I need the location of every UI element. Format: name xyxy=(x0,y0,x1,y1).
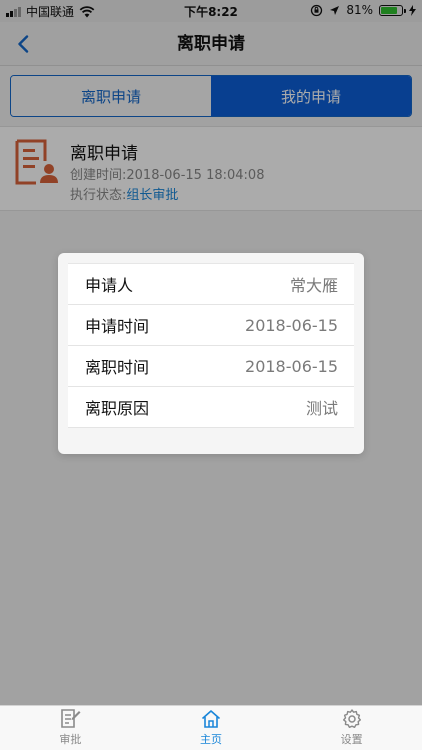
tab-approve-label: 审批 xyxy=(59,733,82,746)
detail-value: 测试 xyxy=(305,399,338,418)
home-icon xyxy=(201,710,221,728)
tab-home-label: 主页 xyxy=(200,733,222,746)
detail-value: 常大雁 xyxy=(289,276,338,295)
detail-key: 离职时间 xyxy=(85,358,150,377)
tab-settings[interactable]: 设置 xyxy=(281,706,422,750)
detail-modal: 申请人 常大雁 申请时间 2018-06-15 离职时间 2018-06-15 … xyxy=(58,253,364,454)
tab-settings-label: 设置 xyxy=(340,733,363,746)
tab-approve[interactable]: 审批 xyxy=(0,706,141,750)
detail-row-apply-time: 申请时间 2018-06-15 xyxy=(68,305,354,346)
gear-icon xyxy=(342,709,361,728)
detail-value: 2018-06-15 xyxy=(245,356,338,376)
detail-list: 申请人 常大雁 申请时间 2018-06-15 离职时间 2018-06-15 … xyxy=(68,263,354,428)
detail-row-reason: 离职原因 测试 xyxy=(68,387,354,428)
tab-home[interactable]: 主页 xyxy=(141,706,282,750)
detail-row-applicant: 申请人 常大雁 xyxy=(68,264,354,305)
tab-bar: 审批 主页 设置 xyxy=(0,705,422,750)
detail-key: 申请时间 xyxy=(85,317,150,336)
detail-key: 离职原因 xyxy=(85,399,150,418)
detail-value: 2018-06-15 xyxy=(245,315,338,335)
approve-icon xyxy=(61,709,81,728)
detail-row-leave-time: 离职时间 2018-06-15 xyxy=(68,346,354,387)
detail-key: 申请人 xyxy=(85,276,134,295)
